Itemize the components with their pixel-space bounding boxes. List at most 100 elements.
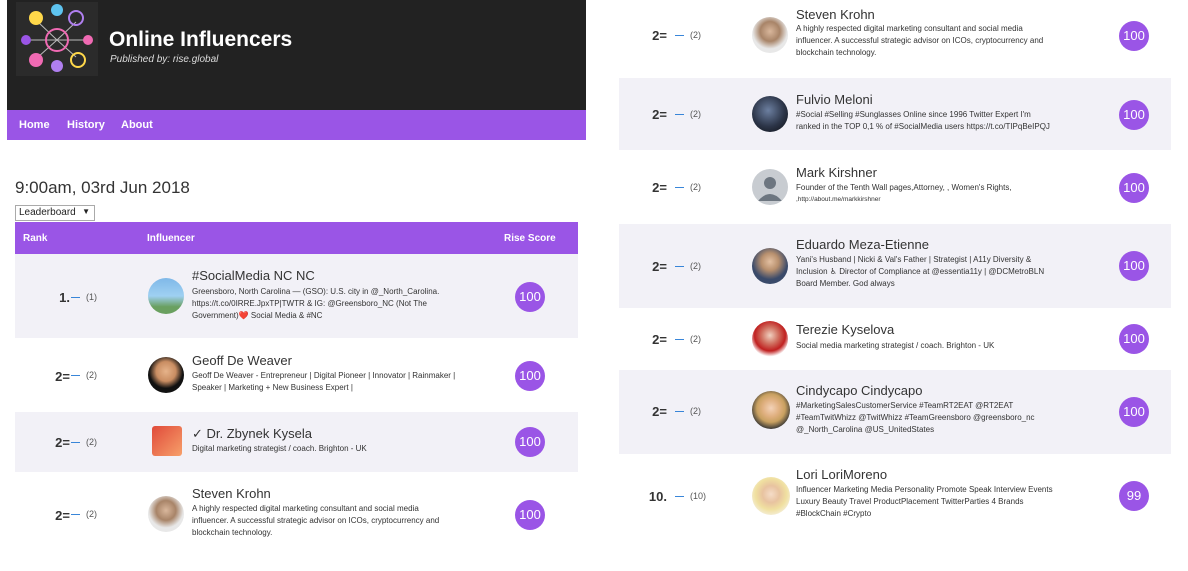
no-change-icon: — xyxy=(675,406,684,416)
table-row[interactable]: 2= — (2) Cindycapo Cindycapo #MarketingSa… xyxy=(619,370,1171,454)
publisher-label: Published by: rise.global xyxy=(110,54,219,65)
rise-score-badge: 100 xyxy=(1119,324,1149,354)
influencer-name[interactable]: #SocialMedia NC NC xyxy=(192,268,315,283)
no-change-icon: — xyxy=(71,509,80,519)
no-change-icon: — xyxy=(675,491,684,501)
default-avatar-icon[interactable] xyxy=(752,169,788,205)
rank-value: 10. xyxy=(648,489,667,504)
main-nav: Home History About xyxy=(7,110,586,140)
rank-change: — (2) xyxy=(71,370,97,380)
influencer-bio: Greensboro, North Carolina — (GSO): U.S.… xyxy=(192,287,440,320)
rise-score-badge: 100 xyxy=(1119,21,1149,51)
left-panel: Online Influencers Published by: rise.gl… xyxy=(0,0,590,571)
influencer-name[interactable]: Steven Krohn xyxy=(796,7,875,22)
rise-score-badge: 100 xyxy=(1119,173,1149,203)
avatar[interactable] xyxy=(152,426,182,456)
influencer-name[interactable]: ✓ Dr. Zbynek Kysela xyxy=(192,426,312,442)
rise-score-badge: 100 xyxy=(1119,397,1149,427)
table-row[interactable]: 2= — (2) Terezie Kyselova Social media ma… xyxy=(619,308,1171,370)
page-title: Online Influencers xyxy=(109,28,293,51)
rank-value: 2= xyxy=(652,332,667,347)
influencer-bio: Yani's Husband | Nicki & Val's Father | … xyxy=(796,255,1045,288)
rank-value: 2= xyxy=(652,107,667,122)
view-select-value: Leaderboard xyxy=(19,207,76,218)
no-change-icon: — xyxy=(71,370,80,380)
influencer-column-header: Influencer xyxy=(147,233,195,244)
rise-score-badge: 100 xyxy=(515,500,545,530)
table-row[interactable]: 2= — (2) Fulvio Meloni #Social #Selling #… xyxy=(619,78,1171,150)
nav-about-link[interactable]: About xyxy=(121,119,153,131)
table-row[interactable]: 2= — (2) Mark Kirshner Founder of the Ten… xyxy=(619,150,1171,224)
rank-change: — (2) xyxy=(675,30,701,40)
rank-column-header: Rank xyxy=(23,233,48,244)
nav-history-link[interactable]: History xyxy=(67,119,105,131)
no-change-icon: — xyxy=(675,334,684,344)
rank-value: 2= xyxy=(55,435,70,450)
rank-value: 2= xyxy=(55,369,70,384)
rise-score-badge: 100 xyxy=(1119,251,1149,281)
influencer-name[interactable]: Fulvio Meloni xyxy=(796,92,873,107)
influencer-bio: Founder of the Tenth Wall pages,Attorney… xyxy=(796,183,1012,203)
page-header: Online Influencers Published by: rise.gl… xyxy=(7,0,586,110)
rank-value: 1. xyxy=(59,290,70,305)
no-change-icon: — xyxy=(71,292,80,302)
rank-change: — (2) xyxy=(675,182,701,192)
influencer-bio: Digital marketing strategist / coach. Br… xyxy=(192,444,367,453)
nav-home-link[interactable]: Home xyxy=(19,119,50,131)
influencer-bio: A highly respected digital marketing con… xyxy=(796,24,1044,57)
rank-change: — (2) xyxy=(71,509,97,519)
view-select[interactable]: Leaderboard ▼ xyxy=(15,205,95,221)
no-change-icon: — xyxy=(675,109,684,119)
rank-change: — (2) xyxy=(71,437,97,447)
table-row[interactable]: 2= — (2) Eduardo Meza-Etienne Yani's Husb… xyxy=(619,224,1171,308)
influencer-name[interactable]: Eduardo Meza-Etienne xyxy=(796,237,929,252)
avatar[interactable] xyxy=(752,391,790,429)
table-row[interactable]: 2= — (2) Steven Krohn A highly respected … xyxy=(619,0,1171,72)
rise-score-badge: 99 xyxy=(1119,481,1149,511)
rank-change: — (1) xyxy=(71,292,97,302)
no-change-icon: — xyxy=(675,261,684,271)
caret-down-icon: ▼ xyxy=(82,207,90,216)
influencer-name[interactable]: Lori LoriMoreno xyxy=(796,467,887,482)
table-row[interactable]: 2= — (2) ✓ Dr. Zbynek Kysela Digital mark… xyxy=(15,412,578,472)
table-row[interactable]: 2= — (2) Steven Krohn A highly respected … xyxy=(15,472,578,562)
influencer-bio: Geoff De Weaver - Entrepreneur | Digital… xyxy=(192,371,456,392)
no-change-icon: — xyxy=(675,30,684,40)
influencer-bio: A highly respected digital marketing con… xyxy=(192,504,440,537)
avatar[interactable] xyxy=(148,278,184,314)
rank-value: 2= xyxy=(652,180,667,195)
avatar[interactable] xyxy=(752,321,788,357)
leaderboard-timestamp: 9:00am, 03rd Jun 2018 xyxy=(15,178,190,197)
table-row[interactable]: 1. — (1) #SocialMedia NC NC Greensboro, N… xyxy=(15,254,578,338)
network-logo-icon xyxy=(16,2,98,76)
rank-change: — (2) xyxy=(675,406,701,416)
rise-score-badge: 100 xyxy=(515,361,545,391)
rise-score-badge: 100 xyxy=(515,427,545,457)
influencer-name[interactable]: Cindycapo Cindycapo xyxy=(796,383,922,398)
rank-change: — (2) xyxy=(675,334,701,344)
influencer-name[interactable]: Geoff De Weaver xyxy=(192,353,292,368)
avatar[interactable] xyxy=(752,17,788,53)
influencer-name[interactable]: Mark Kirshner xyxy=(796,165,877,180)
avatar[interactable] xyxy=(752,96,788,132)
no-change-icon: — xyxy=(675,182,684,192)
table-row[interactable]: 10. — (10) Lori LoriMoreno Influencer Mar… xyxy=(619,454,1171,538)
influencer-bio: Social media marketing strategist / coac… xyxy=(796,341,995,350)
rank-value: 2= xyxy=(652,28,667,43)
rank-value: 2= xyxy=(652,404,667,419)
influencer-bio: #MarketingSalesCustomerService #TeamRT2E… xyxy=(796,401,1035,434)
table-row[interactable]: 2= — (2) Geoff De Weaver Geoff De Weaver … xyxy=(15,338,578,412)
rise-score-badge: 100 xyxy=(1119,100,1149,130)
rank-change: — (2) xyxy=(675,261,701,271)
avatar[interactable] xyxy=(148,357,184,393)
influencer-name[interactable]: Steven Krohn xyxy=(192,486,271,501)
rank-value: 2= xyxy=(55,508,70,523)
rank-change: — (10) xyxy=(675,491,707,501)
influencer-name[interactable]: Terezie Kyselova xyxy=(796,322,894,337)
table-header: Rank Influencer Rise Score xyxy=(15,222,578,254)
rise-score-badge: 100 xyxy=(515,282,545,312)
right-panel: 2= — (2) Steven Krohn A highly respected … xyxy=(590,0,1188,571)
avatar[interactable] xyxy=(752,248,788,284)
avatar[interactable] xyxy=(752,477,790,515)
avatar[interactable] xyxy=(148,496,184,532)
